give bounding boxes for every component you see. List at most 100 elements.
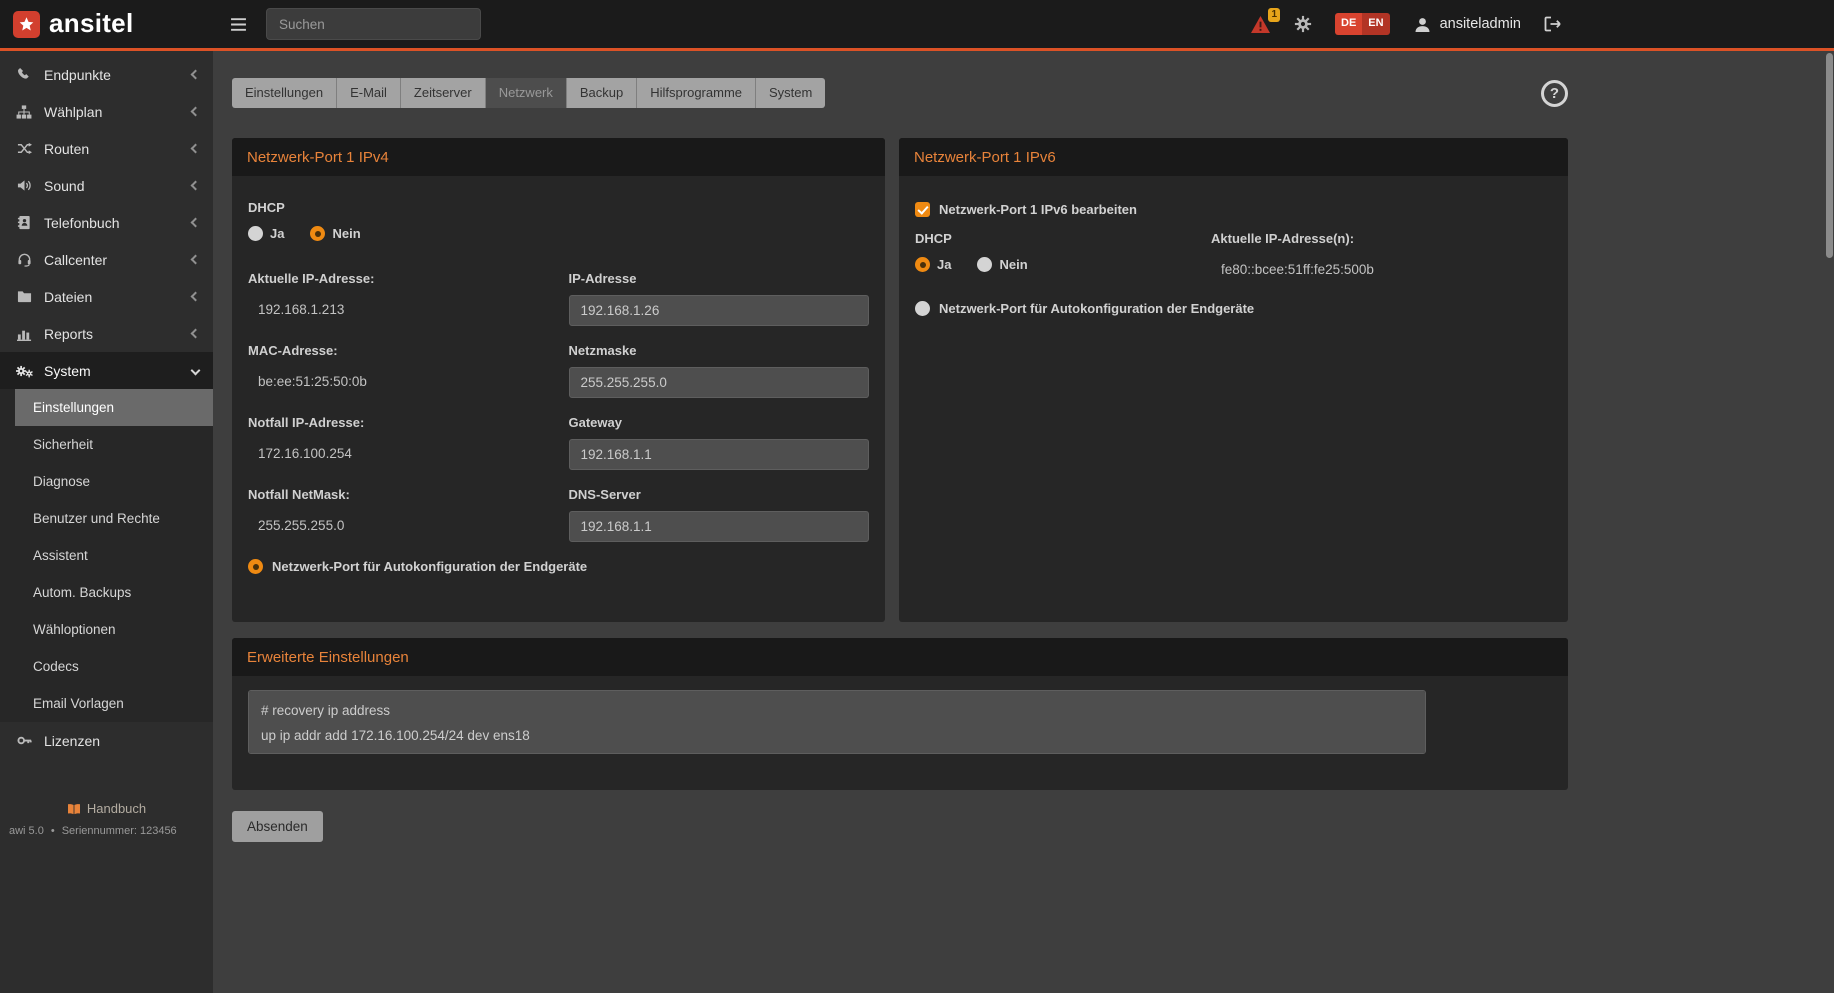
app-logo[interactable]: ansitel bbox=[0, 10, 213, 38]
field-label: Aktuelle IP-Adresse: bbox=[248, 271, 549, 286]
language-de-button[interactable]: DE bbox=[1335, 13, 1362, 34]
chevron-left-icon bbox=[191, 292, 201, 302]
autoconfig-label: Netzwerk-Port für Autokonfiguration der … bbox=[939, 301, 1254, 316]
logo-star-icon bbox=[13, 11, 40, 38]
username-label: ansiteladmin bbox=[1440, 16, 1521, 32]
sidebar-subitem-codecs[interactable]: Codecs bbox=[0, 648, 213, 685]
sitemap-icon bbox=[15, 105, 33, 119]
gateway-input[interactable] bbox=[569, 439, 870, 470]
sidebar-subitem-einstellungen[interactable]: Einstellungen bbox=[15, 389, 213, 426]
ipv6-edit-checkbox[interactable]: Netzwerk-Port 1 IPv6 bearbeiten bbox=[915, 202, 1552, 217]
sidebar-item-telefonbuch[interactable]: Telefonbuch bbox=[0, 204, 213, 241]
subitem-label: Einstellungen bbox=[33, 400, 114, 415]
handbuch-link[interactable]: Handbuch bbox=[0, 801, 213, 816]
ipv6-autoconfig-radio[interactable]: Netzwerk-Port für Autokonfiguration der … bbox=[915, 301, 1552, 316]
sidebar-subitem-benutzer-und-rechte[interactable]: Benutzer und Rechte bbox=[0, 500, 213, 537]
help-button[interactable]: ? bbox=[1541, 80, 1568, 107]
book-icon bbox=[67, 803, 81, 815]
sidebar-item-label: System bbox=[44, 363, 91, 379]
sidebar-item-dateien[interactable]: Dateien bbox=[0, 278, 213, 315]
dns-server-input[interactable] bbox=[569, 511, 870, 542]
aktuelle-ip-value: 192.168.1.213 bbox=[248, 295, 549, 317]
sidebar-item-lizenzen[interactable]: Lizenzen bbox=[0, 722, 213, 759]
subitem-label: Codecs bbox=[33, 659, 79, 674]
tab-backup[interactable]: Backup bbox=[567, 78, 637, 108]
ipv6-current-ip-field: Aktuelle IP-Adresse(n): fe80::bcee:51ff:… bbox=[1211, 231, 1552, 277]
sidebar-subitem-autom-backups[interactable]: Autom. Backups bbox=[0, 574, 213, 611]
menu-toggle-button[interactable] bbox=[226, 13, 251, 36]
sidebar-item-callcenter[interactable]: Callcenter bbox=[0, 241, 213, 278]
tab-email[interactable]: E-Mail bbox=[337, 78, 401, 108]
subitem-label: Email Vorlagen bbox=[33, 696, 124, 711]
ipv6-panel-title: Netzwerk-Port 1 IPv6 bbox=[899, 138, 1568, 176]
sidebar-item-endpunkte[interactable]: Endpunkte bbox=[0, 56, 213, 93]
ipv4-dhcp-nein-radio[interactable]: Nein bbox=[310, 226, 360, 241]
ipv6-panel: Netzwerk-Port 1 IPv6 Netzwerk-Port 1 IPv… bbox=[899, 138, 1568, 622]
sidebar-subitem-email-vorlagen[interactable]: Email Vorlagen bbox=[0, 685, 213, 722]
logout-icon bbox=[1544, 16, 1562, 32]
sidebar-item-waehlplan[interactable]: Wählplan bbox=[0, 93, 213, 130]
advanced-settings-textarea[interactable]: # recovery ip address up ip addr add 172… bbox=[248, 690, 1426, 754]
gateway-field: Gateway bbox=[569, 415, 870, 470]
sidebar-item-reports[interactable]: Reports bbox=[0, 315, 213, 352]
tab-system[interactable]: System bbox=[756, 78, 825, 108]
chevron-left-icon bbox=[191, 329, 201, 339]
sidebar-item-routen[interactable]: Routen bbox=[0, 130, 213, 167]
radio-label: Ja bbox=[270, 226, 284, 241]
subitem-label: Autom. Backups bbox=[33, 585, 131, 600]
settings-tabs: Einstellungen E-Mail Zeitserver Netzwerk… bbox=[232, 78, 825, 108]
chevron-left-icon bbox=[191, 70, 201, 80]
version-info: awi 5.0 • Seriennummer: 123456 bbox=[0, 825, 213, 837]
logout-button[interactable] bbox=[1544, 16, 1562, 32]
field-label: Netzmaske bbox=[569, 343, 870, 358]
checkbox-checked-icon bbox=[915, 202, 930, 217]
sidebar-subitem-diagnose[interactable]: Diagnose bbox=[0, 463, 213, 500]
radio-off-icon bbox=[248, 226, 263, 241]
handbuch-label: Handbuch bbox=[87, 801, 146, 816]
chevron-left-icon bbox=[191, 181, 201, 191]
language-en-button[interactable]: EN bbox=[1362, 13, 1389, 34]
ipv6-dhcp-nein-radio[interactable]: Nein bbox=[977, 257, 1027, 272]
user-icon bbox=[1413, 16, 1432, 33]
radio-on-icon bbox=[915, 257, 930, 272]
settings-gear-button[interactable] bbox=[1294, 15, 1312, 33]
phone-icon bbox=[15, 67, 33, 82]
sidebar-item-label: Wählplan bbox=[44, 104, 102, 120]
field-label: Notfall NetMask: bbox=[248, 487, 549, 502]
tab-netzwerk[interactable]: Netzwerk bbox=[486, 78, 567, 108]
chevron-left-icon bbox=[191, 255, 201, 265]
address-book-icon bbox=[15, 215, 33, 230]
sidebar-subitem-waehloptionen[interactable]: Wähloptionen bbox=[0, 611, 213, 648]
dns-server-field: DNS-Server bbox=[569, 487, 870, 542]
search-input[interactable] bbox=[266, 8, 481, 40]
autoconfig-label: Netzwerk-Port für Autokonfiguration der … bbox=[272, 559, 587, 574]
hamburger-icon bbox=[230, 17, 247, 32]
sidebar-item-system[interactable]: System bbox=[0, 352, 213, 389]
alerts-button[interactable]: 1 bbox=[1250, 15, 1271, 34]
notfall-ip-field: Notfall IP-Adresse: 172.16.100.254 bbox=[248, 415, 549, 470]
tab-zeitserver[interactable]: Zeitserver bbox=[401, 78, 486, 108]
submit-button[interactable]: Absenden bbox=[232, 811, 323, 842]
subitem-label: Assistent bbox=[33, 548, 88, 563]
bar-chart-icon bbox=[15, 326, 33, 341]
radio-label: Nein bbox=[999, 257, 1027, 272]
netzmaske-input[interactable] bbox=[569, 367, 870, 398]
sidebar-subitem-assistent[interactable]: Assistent bbox=[0, 537, 213, 574]
user-menu[interactable]: ansiteladmin bbox=[1413, 16, 1521, 33]
ipv6-dhcp-ja-radio[interactable]: Ja bbox=[915, 257, 951, 272]
mac-adresse-field: MAC-Adresse: be:ee:51:25:50:0b bbox=[248, 343, 549, 398]
sidebar: Endpunkte Wählplan Routen Sound Telefonb… bbox=[0, 51, 213, 993]
sidebar-subitem-sicherheit[interactable]: Sicherheit bbox=[0, 426, 213, 463]
sidebar-item-sound[interactable]: Sound bbox=[0, 167, 213, 204]
tab-einstellungen[interactable]: Einstellungen bbox=[232, 78, 337, 108]
tabs-row: Einstellungen E-Mail Zeitserver Netzwerk… bbox=[232, 78, 1568, 108]
sidebar-item-label: Telefonbuch bbox=[44, 215, 120, 231]
vertical-scrollbar[interactable] bbox=[1826, 53, 1833, 258]
ipv4-dhcp-ja-radio[interactable]: Ja bbox=[248, 226, 284, 241]
radio-off-icon bbox=[977, 257, 992, 272]
tab-hilfsprogramme[interactable]: Hilfsprogramme bbox=[637, 78, 756, 108]
sidebar-item-label: Sound bbox=[44, 178, 84, 194]
sidebar-item-label: Endpunkte bbox=[44, 67, 111, 83]
ipv4-autoconfig-radio[interactable]: Netzwerk-Port für Autokonfiguration der … bbox=[248, 559, 869, 574]
ip-adresse-input[interactable] bbox=[569, 295, 870, 326]
